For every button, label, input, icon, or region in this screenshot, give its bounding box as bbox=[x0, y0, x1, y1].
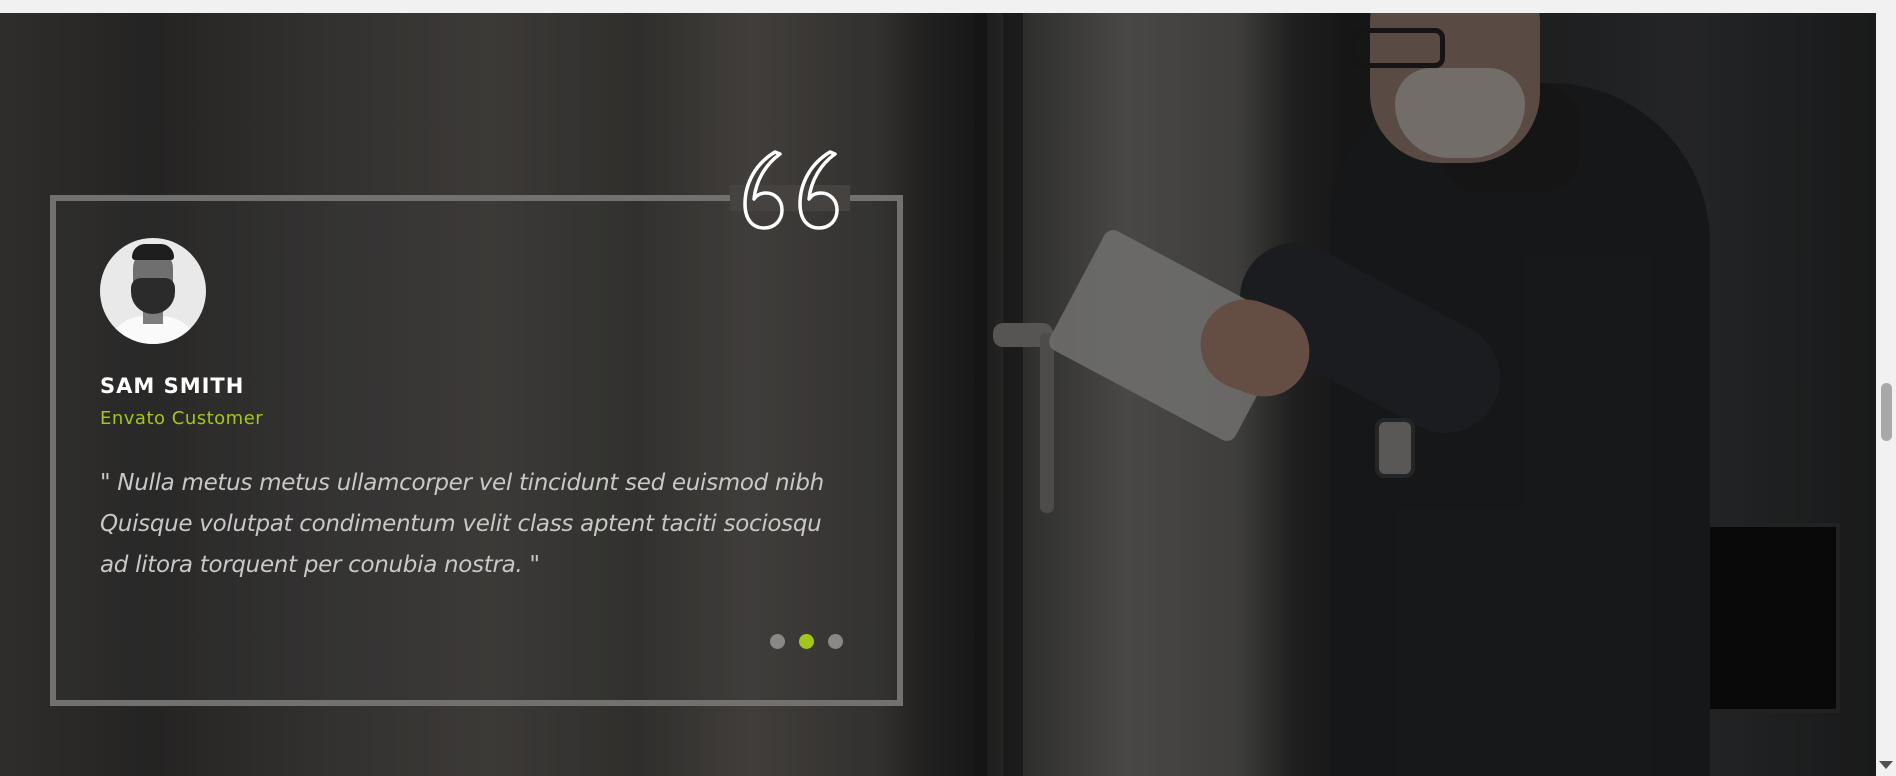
scroll-down-arrow-icon[interactable] bbox=[1879, 761, 1893, 769]
person-head bbox=[1370, 13, 1540, 163]
door-handle bbox=[993, 323, 1053, 347]
person-body bbox=[1330, 83, 1710, 776]
person-collar bbox=[1440, 83, 1580, 193]
door-frame bbox=[1003, 13, 1023, 776]
quote-open-icon bbox=[743, 150, 839, 230]
slider-dot-1[interactable] bbox=[770, 634, 785, 649]
monitor bbox=[1660, 523, 1840, 713]
avatar bbox=[100, 238, 206, 344]
testimonial-name: SAM SMITH bbox=[100, 374, 245, 398]
slider-dot-2[interactable] bbox=[799, 634, 814, 649]
slider-pagination bbox=[770, 634, 843, 649]
testimonial-quote: " Nulla metus metus ullamcorper vel tinc… bbox=[100, 470, 824, 578]
top-strip bbox=[0, 0, 1876, 13]
door-frame bbox=[975, 13, 987, 776]
glasses bbox=[1350, 28, 1445, 68]
slider-dot-3[interactable] bbox=[828, 634, 843, 649]
person-arm bbox=[1220, 223, 1520, 453]
scrollbar-thumb[interactable] bbox=[1881, 383, 1892, 441]
testimonial-role: Envato Customer bbox=[100, 408, 264, 429]
person-beard bbox=[1395, 68, 1525, 158]
person-hand bbox=[1187, 286, 1323, 410]
door-handle-bar bbox=[1040, 333, 1054, 513]
wristwatch bbox=[1375, 418, 1415, 478]
tablet-device bbox=[1045, 226, 1295, 445]
avatar-hair bbox=[132, 244, 174, 260]
avatar-beard bbox=[131, 278, 175, 314]
